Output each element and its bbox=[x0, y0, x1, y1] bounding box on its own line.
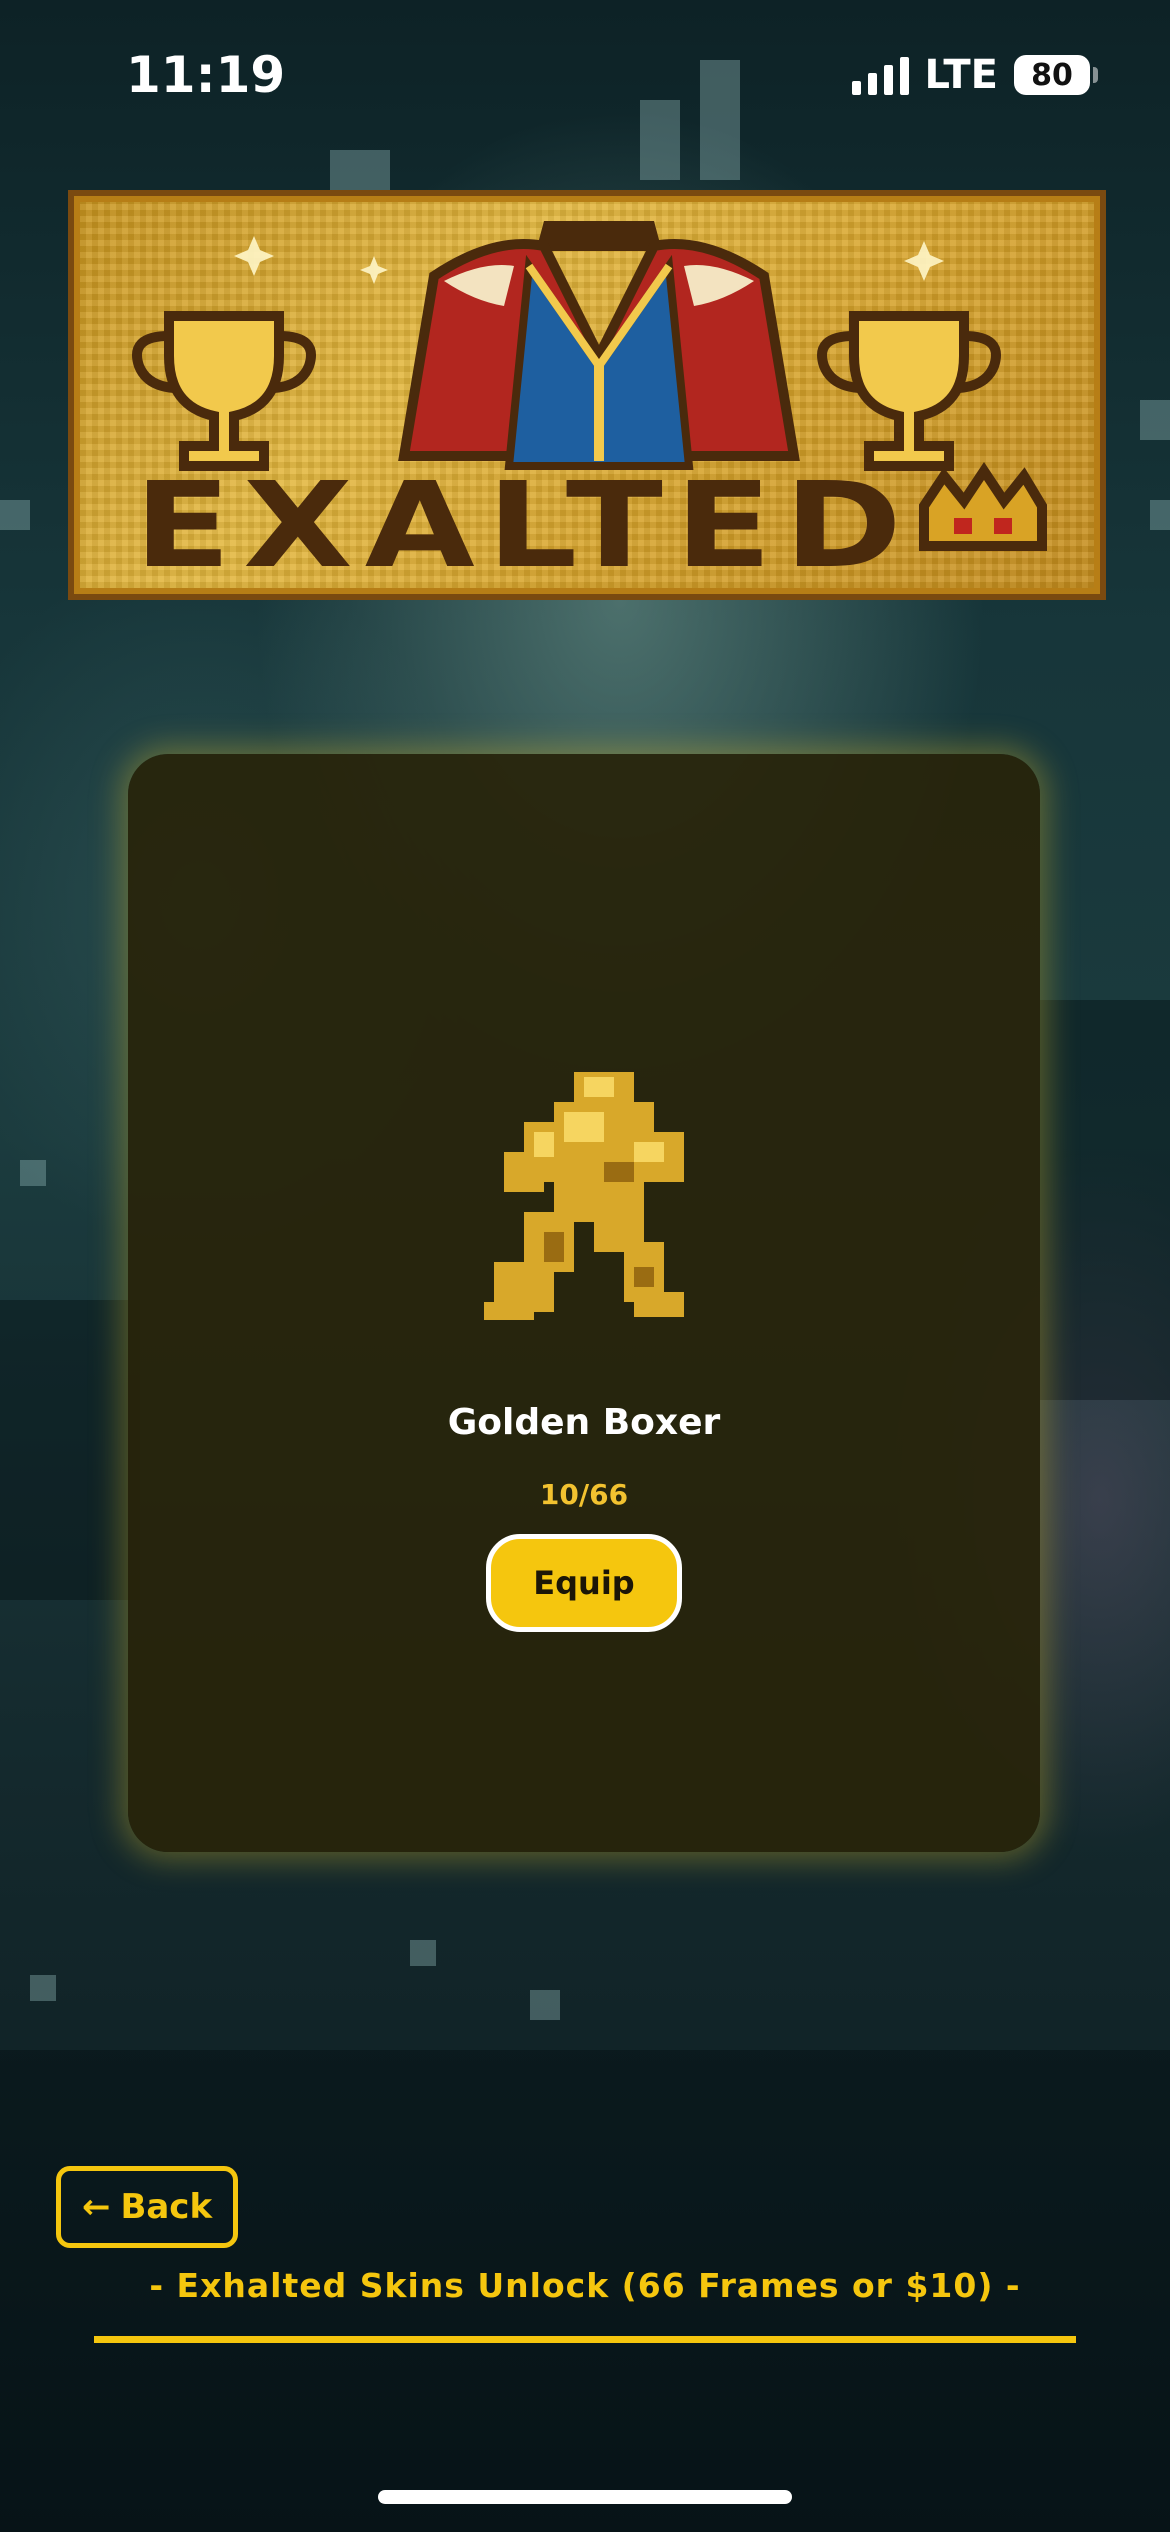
equip-button-label: Equip bbox=[533, 1564, 635, 1602]
network-type: LTE bbox=[924, 52, 998, 98]
back-arrow-icon: ← bbox=[81, 2187, 111, 2227]
divider-line bbox=[94, 2336, 1076, 2343]
skin-card: Golden Boxer 10/66 Equip bbox=[128, 754, 1040, 1852]
crown-icon bbox=[919, 461, 1047, 551]
back-button-label: Back bbox=[120, 2187, 213, 2227]
battery-level: 80 bbox=[1031, 57, 1073, 93]
unlock-info-text: - Exhalted Skins Unlock (66 Frames or $1… bbox=[149, 2266, 1021, 2305]
royal-robe-icon bbox=[398, 221, 800, 470]
back-button[interactable]: ← Back bbox=[56, 2166, 238, 2248]
cellular-signal-icon bbox=[851, 55, 909, 95]
banner-title: EXALTED bbox=[134, 456, 914, 594]
battery-icon: 80 bbox=[1014, 55, 1098, 95]
status-indicators: LTE 80 bbox=[851, 52, 1098, 98]
golden-boxer-sprite bbox=[484, 1072, 684, 1320]
skin-progress-count: 10/66 bbox=[539, 1478, 629, 1511]
equip-button[interactable]: Equip bbox=[486, 1534, 682, 1632]
exalted-banner: EXALTED bbox=[68, 190, 1106, 600]
skin-name: Golden Boxer bbox=[447, 1402, 721, 1443]
trophy-icon bbox=[817, 311, 1001, 471]
trophy-icon bbox=[132, 311, 316, 471]
status-time: 11:19 bbox=[126, 46, 286, 104]
home-indicator[interactable] bbox=[378, 2490, 792, 2504]
